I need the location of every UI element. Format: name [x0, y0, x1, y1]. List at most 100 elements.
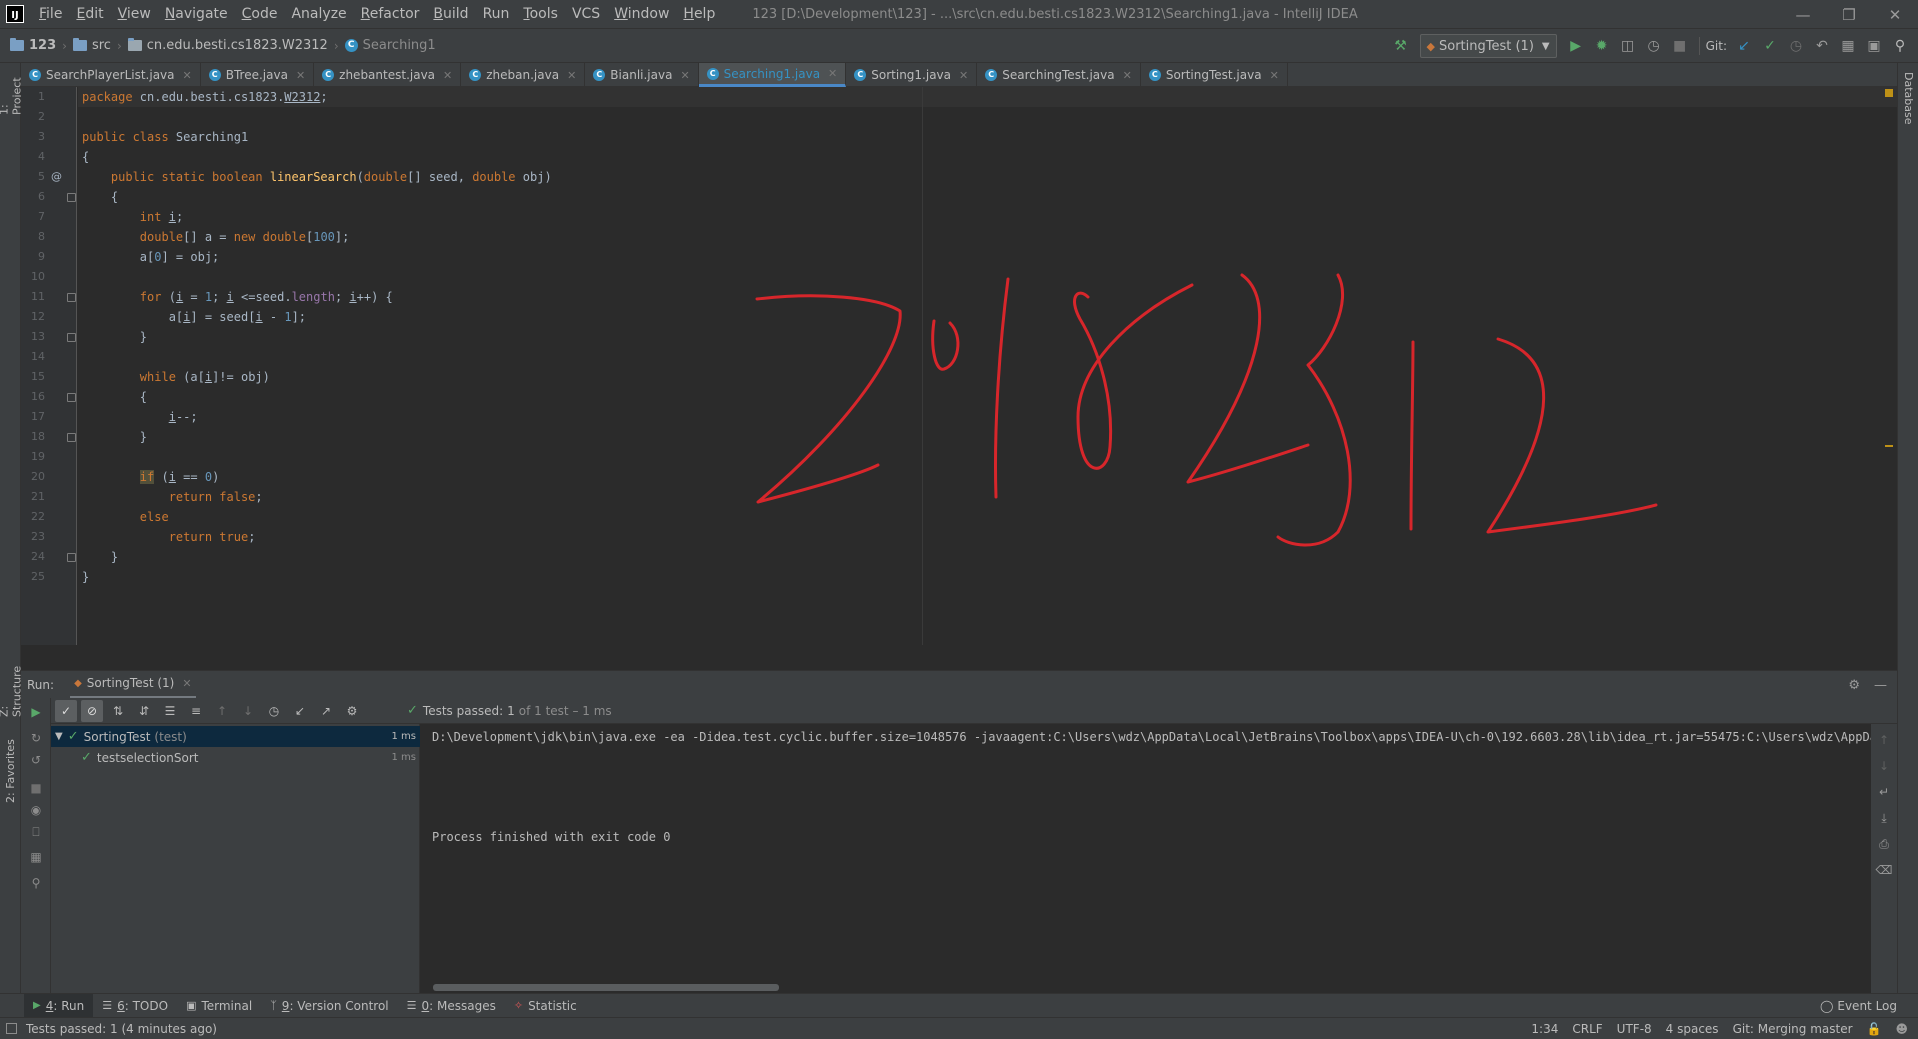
project-tool-tab[interactable]: 1: Project [0, 65, 24, 115]
tab-sortingtest[interactable]: C SortingTest.java ✕ [1141, 63, 1288, 87]
close-icon[interactable]: ✕ [959, 69, 968, 82]
test-node-testselectionsort[interactable]: ✓ testselectionSort 1 ms [51, 747, 420, 768]
tool-window-run[interactable]: ▶ 4: Run [24, 993, 94, 1018]
print-icon[interactable]: ⎙ [1876, 836, 1892, 852]
tool-window-todo[interactable]: ☰ 6: TODO [93, 994, 177, 1018]
sort-duration-icon[interactable]: ⇵ [133, 700, 155, 722]
favorites-tool-tab[interactable]: 2: Favorites [0, 739, 21, 803]
menu-help[interactable]: Help [676, 0, 722, 29]
layout-icon[interactable]: ▦ [27, 848, 45, 866]
horizontal-scrollbar[interactable] [433, 984, 779, 991]
tool-window-event-log[interactable]: ◯ Event Log [1811, 994, 1906, 1018]
debug-icon[interactable]: ✹ [1590, 34, 1614, 58]
close-icon[interactable]: ✕ [567, 69, 576, 82]
close-icon[interactable]: ✕ [296, 69, 305, 82]
warning-marker-icon[interactable] [1885, 89, 1893, 97]
rerun-failed-icon[interactable]: ↻ [27, 729, 45, 747]
stop-icon[interactable]: ■ [1668, 34, 1692, 58]
build-hammer-icon[interactable]: ⚒ [1389, 34, 1413, 58]
close-icon[interactable]: ✕ [828, 67, 837, 80]
menu-analyze[interactable]: Analyze [284, 0, 353, 29]
close-icon[interactable]: ✕ [1270, 69, 1279, 82]
git-commit-icon[interactable]: ✓ [1758, 34, 1782, 58]
tab-searching1[interactable]: C Searching1.java ✕ [698, 63, 847, 87]
restore-icon[interactable]: ❐ [1826, 0, 1872, 29]
trash-icon[interactable]: ⌫ [1876, 862, 1893, 878]
tab-sorting1[interactable]: C Sorting1.java ✕ [846, 63, 978, 87]
dump-threads-icon[interactable]: ◉ [27, 801, 45, 819]
tab-bianli[interactable]: C Bianli.java ✕ [585, 63, 699, 87]
close-icon[interactable]: ✕ [183, 69, 192, 82]
breadcrumb-project[interactable]: 123 [6, 38, 60, 53]
minimize-icon[interactable]: — [1780, 0, 1826, 29]
fold-toggle-icon[interactable] [67, 333, 76, 342]
code-editor[interactable]: package cn.edu.besti.cs1823.W2312; publi… [78, 87, 1897, 645]
toggle-auto-test-icon[interactable]: ↺ [27, 751, 45, 769]
breadcrumb-class[interactable]: C Searching1 [341, 38, 440, 53]
run-tab-sortingtest[interactable]: ◆ SortingTest (1) ✕ [70, 671, 196, 699]
rerun-icon[interactable]: ▶ [27, 703, 45, 721]
coverage-icon[interactable]: ◫ [1616, 34, 1640, 58]
test-tree[interactable]: ▼ ✓ SortingTest (test) 1 ms ✓ testselect… [51, 724, 420, 993]
structure-tool-tab[interactable]: Z: Structure [0, 655, 24, 717]
line-separator[interactable]: CRLF [1572, 1022, 1602, 1036]
export-icon[interactable]: ⎕ [27, 823, 45, 841]
lock-icon[interactable]: 🔓 [1867, 1022, 1882, 1036]
menu-tools[interactable]: Tools [516, 0, 565, 29]
status-message[interactable]: Tests passed: 1 (4 minutes ago) [26, 1022, 217, 1036]
show-passed-icon[interactable]: ✓ [55, 699, 77, 722]
editor-gutter[interactable]: 1 2 3 4 5 6 7 8 9 10 11 12 13 14 15 16 1… [21, 87, 77, 645]
tab-btree[interactable]: C BTree.java ✕ [201, 63, 315, 87]
test-node-sortingtest[interactable]: ▼ ✓ SortingTest (test) 1 ms [51, 726, 420, 747]
fold-toggle-icon[interactable] [67, 393, 76, 402]
tool-window-messages[interactable]: ☰ 0: Messages [398, 994, 505, 1018]
presentation-icon[interactable]: ▣ [1862, 34, 1886, 58]
soft-wrap-icon[interactable]: ↵ [1876, 784, 1892, 800]
close-icon[interactable]: ✕ [1123, 69, 1132, 82]
menu-window[interactable]: Window [607, 0, 676, 29]
menu-navigate[interactable]: Navigate [158, 0, 235, 29]
editor-error-stripe[interactable] [1885, 87, 1893, 645]
tab-zhebantest[interactable]: Czhebantest.java ✕ [314, 63, 462, 87]
database-tool-tab[interactable]: Database [1898, 67, 1918, 129]
settings-icon[interactable]: ⚙ [341, 700, 363, 722]
menu-vcs[interactable]: VCS [565, 0, 607, 29]
menu-build[interactable]: Build [426, 0, 475, 29]
close-window-icon[interactable]: ✕ [1872, 0, 1918, 29]
fold-toggle-icon[interactable] [67, 193, 76, 202]
git-update-icon[interactable]: ↙ [1732, 34, 1756, 58]
close-icon[interactable]: ✕ [680, 69, 689, 82]
arrow-up-icon[interactable]: ↑ [1876, 732, 1892, 748]
git-branch[interactable]: Git: Merging master [1733, 1022, 1853, 1036]
breadcrumb-src[interactable]: src [69, 38, 115, 53]
tool-window-toggle-icon[interactable] [6, 1023, 17, 1034]
console-output[interactable]: D:\Development\jdk\bin\java.exe -ea -Did… [421, 724, 1871, 993]
git-revert-icon[interactable]: ↶ [1810, 34, 1834, 58]
tab-searchingtest[interactable]: C SearchingTest.java ✕ [977, 63, 1141, 87]
chevron-down-icon[interactable]: ▼ [55, 731, 63, 742]
show-ignored-icon[interactable]: ⊘ [81, 699, 103, 722]
run-configuration-select[interactable]: ◆ SortingTest (1) ▼ [1419, 34, 1557, 58]
menu-refactor[interactable]: Refactor [354, 0, 427, 29]
arrow-down-icon[interactable]: ↓ [1876, 758, 1892, 774]
stop-icon[interactable]: ■ [27, 779, 45, 797]
close-icon[interactable]: ✕ [182, 677, 191, 690]
file-encoding[interactable]: UTF-8 [1617, 1022, 1652, 1036]
run-icon[interactable]: ▶ [1564, 34, 1588, 58]
git-history-icon[interactable]: ◷ [1784, 34, 1808, 58]
scroll-to-end-icon[interactable]: ⤓ [1876, 810, 1892, 826]
gear-icon[interactable]: ⚙ [1848, 678, 1860, 693]
tool-window-statistic[interactable]: ✧ Statistic [505, 994, 586, 1018]
warning-marker[interactable] [1885, 445, 1893, 447]
prev-failed-icon[interactable]: ↑ [211, 700, 233, 722]
fold-toggle-icon[interactable] [67, 293, 76, 302]
breadcrumb-package[interactable]: cn.edu.besti.cs1823.W2312 [124, 38, 332, 53]
menu-edit[interactable]: Edit [69, 0, 110, 29]
menu-view[interactable]: View [111, 0, 158, 29]
close-icon[interactable]: ✕ [443, 69, 452, 82]
fold-toggle-icon[interactable] [67, 433, 76, 442]
expand-all-icon[interactable]: ☰ [159, 700, 181, 722]
override-marker-icon[interactable]: @ [51, 167, 62, 187]
inspector-icon[interactable]: ☻ [1895, 1022, 1908, 1036]
hide-panel-icon[interactable]: — [1874, 678, 1887, 693]
